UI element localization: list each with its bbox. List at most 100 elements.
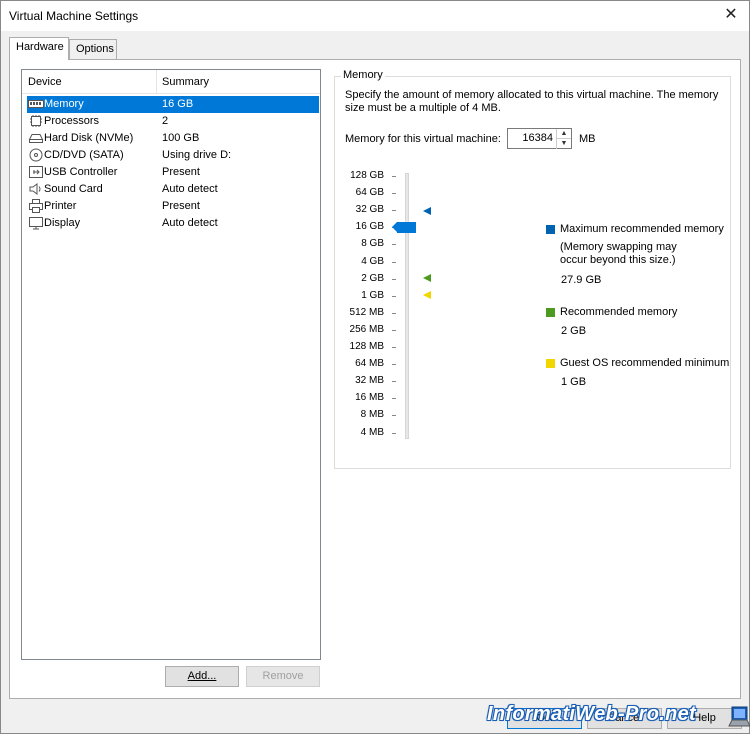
scale-label: 1 GB [361, 290, 384, 301]
scale-label: 8 MB [360, 409, 384, 420]
spin-down-icon[interactable]: ▼ [556, 139, 571, 149]
device-name: Memory [44, 98, 84, 110]
scale-tick [392, 398, 396, 399]
scale-label: 16 GB [355, 221, 384, 232]
scale-label: 32 MB [355, 375, 384, 386]
device-row-hard-disk[interactable]: Hard Disk (NVMe) 100 GB [22, 130, 320, 147]
guest-min-marker [423, 291, 431, 299]
close-icon[interactable]: ✕ [721, 5, 741, 25]
title-bar: Virtual Machine Settings ✕ [1, 1, 749, 31]
max-recommended-note: (Memory swapping may occur beyond this s… [560, 241, 677, 266]
column-separator[interactable] [156, 70, 157, 94]
device-row-processors[interactable]: Processors 2 [22, 113, 320, 130]
memory-slider-track[interactable] [405, 173, 409, 439]
scale-tick [392, 279, 396, 280]
recommended-value: 2 GB [561, 325, 587, 337]
recommended-marker [423, 274, 431, 282]
processor-icon [30, 115, 42, 127]
device-summary: Present [162, 166, 200, 178]
scale-tick [392, 193, 396, 194]
device-row-cd-dvd[interactable]: CD/DVD (SATA) Using drive D: [22, 147, 320, 164]
add-button-label: Add... [187, 670, 217, 682]
device-summary: 16 GB [162, 98, 194, 110]
device-row-sound-card[interactable]: Sound Card Auto detect [22, 181, 320, 198]
scale-tick [392, 313, 396, 314]
scale-label: 32 GB [355, 204, 384, 215]
memory-icon [28, 100, 44, 108]
device-name: Processors [44, 115, 100, 127]
device-summary: Present [162, 200, 200, 212]
window-title: Virtual Machine Settings [9, 9, 139, 23]
printer-icon [29, 199, 43, 213]
scale-tick [392, 381, 396, 382]
scale-label: 8 GB [361, 238, 384, 249]
scale-label: 256 MB [349, 324, 384, 335]
tab-hardware[interactable]: Hardware [9, 37, 69, 60]
device-row-memory[interactable]: Memory 16 GB [22, 96, 320, 113]
scale-label: 4 MB [360, 427, 384, 438]
usb-icon [29, 166, 43, 178]
scale-tick [392, 262, 396, 263]
column-header-summary[interactable]: Summary [162, 76, 209, 88]
scale-tick [392, 330, 396, 331]
scale-tick [392, 433, 396, 434]
memory-unit-label: MB [579, 133, 596, 145]
scale-label: 64 MB [355, 358, 384, 369]
memory-group-title: Memory [341, 69, 385, 81]
hard-disk-icon [28, 134, 44, 143]
device-summary: Using drive D: [162, 149, 232, 161]
device-row-printer[interactable]: Printer Present [22, 198, 320, 215]
max-recommended-value: 27.9 GB [561, 274, 602, 286]
device-name: Sound Card [44, 183, 103, 195]
device-summary: Auto detect [162, 183, 218, 195]
device-summary: 2 [162, 115, 169, 127]
monitor-icon [29, 217, 43, 230]
device-summary: Auto detect [162, 217, 218, 229]
device-name: Hard Disk (NVMe) [44, 132, 134, 144]
scale-tick [392, 347, 396, 348]
add-button[interactable]: Add... [165, 666, 239, 687]
guest-min-label: Guest OS recommended minimum [560, 357, 730, 369]
device-row-usb-controller[interactable]: USB Controller Present [22, 164, 320, 181]
cd-dvd-icon [29, 148, 43, 162]
device-name: Printer [44, 200, 77, 212]
recommended-label: Recommended memory [560, 306, 678, 318]
laptop-logo-icon [728, 706, 750, 727]
device-name: CD/DVD (SATA) [44, 149, 124, 161]
device-name: USB Controller [44, 166, 118, 178]
spin-up-icon[interactable]: ▲ [556, 129, 571, 139]
scale-label: 4 GB [361, 256, 384, 267]
scale-tick [392, 244, 396, 245]
scale-tick [392, 364, 396, 365]
memory-spinbox[interactable]: 16384 ▲ ▼ [507, 128, 572, 149]
memory-input[interactable]: 16384 [522, 132, 553, 144]
scale-tick [392, 296, 396, 297]
max-recommended-marker [423, 207, 431, 215]
guest-min-swatch [546, 359, 555, 368]
scale-label: 64 GB [355, 187, 384, 198]
memory-field-label: Memory for this virtual machine: [345, 133, 501, 145]
memory-description: Specify the amount of memory allocated t… [345, 89, 719, 114]
column-header-device[interactable]: Device [28, 76, 62, 88]
scale-label: 128 GB [350, 170, 384, 181]
device-name: Display [44, 217, 81, 229]
scale-tick [392, 415, 396, 416]
scale-tick [392, 210, 396, 211]
device-list: Device Summary Memory 16 GB Processors 2… [21, 69, 321, 660]
tab-options[interactable]: Options [69, 39, 117, 60]
device-list-header: Device Summary [22, 70, 320, 94]
memory-slider-thumb[interactable] [392, 222, 416, 233]
max-recommended-label: Maximum recommended memory [560, 223, 724, 235]
remove-button[interactable]: Remove [246, 666, 320, 687]
scale-label: 2 GB [361, 273, 384, 284]
device-row-display[interactable]: Display Auto detect [22, 215, 320, 232]
max-recommended-swatch [546, 225, 555, 234]
recommended-swatch [546, 308, 555, 317]
scale-tick [392, 176, 396, 177]
scale-label: 512 MB [349, 307, 384, 318]
virtual-machine-settings-window: Virtual Machine Settings ✕ Hardware Opti… [0, 0, 750, 734]
watermark-text: InformatiWeb-Pro.net [487, 703, 696, 725]
device-summary: 100 GB [162, 132, 200, 144]
speaker-icon [29, 183, 41, 195]
scale-label: 128 MB [349, 341, 384, 352]
